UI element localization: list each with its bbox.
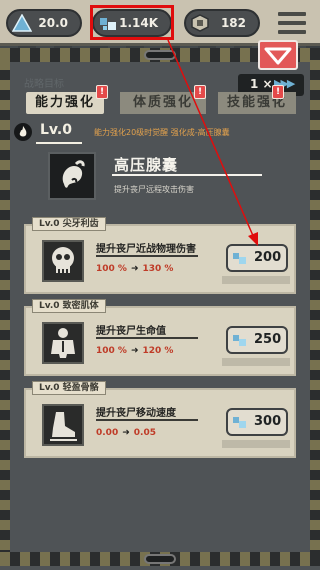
menu-bar: [278, 30, 306, 34]
muscle-body-icon: [42, 322, 84, 364]
card-tag: Lv.0 致密肌体: [32, 299, 106, 313]
foot-glyph: [50, 412, 77, 441]
upgrade-cost: 300: [254, 414, 282, 429]
skill-name: 高压腺囊: [114, 156, 179, 174]
upgrade-button-bones[interactable]: 300: [226, 408, 288, 436]
menu-bar: [278, 21, 306, 25]
blue-triangle-icon: [12, 14, 32, 32]
blue-gem-icon: [233, 253, 246, 264]
highlight-frame: [90, 5, 174, 40]
card-name: 尖牙利齿: [62, 219, 99, 229]
gland-skill-icon: [48, 152, 96, 200]
stat-to: 120 %: [142, 346, 174, 356]
upgrade-cost: 200: [254, 250, 282, 265]
menu-bar: [278, 12, 306, 16]
upgrade-card-fangs: Lv.0 尖牙利齿 提升丧尸近战物理伤害 100 % ➜ 130 % 200: [24, 217, 296, 294]
tab-physique-badge: !: [194, 85, 206, 99]
tab-skill[interactable]: 技能强化: [218, 92, 296, 114]
speed-label: 1 ×: [250, 77, 273, 91]
skill-description: 提升丧尸远程攻击伤害: [114, 185, 194, 194]
upgrade-cost: 250: [254, 332, 282, 347]
gland-icon: [62, 160, 85, 188]
upgrade-card-bones: Lv.0 轻盈骨骼 提升丧尸移动速度 0.00 ➜ 0.05 300: [24, 381, 296, 458]
stat-from: 0.00: [96, 428, 119, 438]
panel-faded-title: 战略目标: [24, 79, 64, 90]
stat-from: 100 %: [96, 264, 127, 274]
foot-icon: [42, 404, 84, 446]
arrow-right-icon: ➜: [130, 264, 139, 274]
upgrade-card-body: Lv.0 致密肌体 提升丧尸生命值 100 % ➜ 120 % 250: [24, 299, 296, 376]
tab-ability-badge: !: [96, 85, 108, 99]
ability-level: Lv.0: [40, 122, 72, 138]
card-name: 轻盈骨骼: [62, 383, 99, 393]
stat-to: 0.05: [133, 428, 156, 438]
menu-button[interactable]: [272, 6, 312, 40]
upgrade-button-body[interactable]: 250: [226, 326, 288, 354]
card-level: Lv.0: [39, 301, 60, 311]
button-shadow: [222, 440, 290, 448]
coin-counter[interactable]: 182: [184, 9, 260, 37]
top-rail-notch: [144, 50, 176, 60]
coin-value: 182: [220, 16, 246, 30]
tab-skill-badge: !: [272, 85, 284, 99]
arrow-right-icon: ➜: [122, 428, 130, 438]
card-name: 致密肌体: [62, 301, 99, 311]
button-shadow: [222, 276, 290, 284]
card-stat-change: 100 % ➜ 120 %: [96, 346, 173, 356]
card-tag: Lv.0 轻盈骨骼: [32, 381, 106, 395]
awaken-description: 能力强化20级时觉醒 强化成-高压腺囊: [94, 128, 230, 137]
arrow-right-icon: ➜: [130, 346, 139, 356]
level-underline: [36, 142, 82, 144]
right-frame: [310, 60, 320, 554]
card-stat-change: 0.00 ➜ 0.05: [96, 428, 156, 438]
card-underline: [96, 419, 198, 421]
card-tag: Lv.0 尖牙利齿: [32, 217, 106, 231]
card-stat-change: 100 % ➜ 130 %: [96, 264, 173, 274]
card-level: Lv.0: [39, 383, 60, 393]
energy-counter[interactable]: 20.0: [6, 9, 82, 37]
button-shadow: [222, 358, 290, 366]
card-title: 提升丧尸移动速度: [96, 408, 176, 419]
card-underline: [96, 255, 198, 257]
stat-to: 130 %: [142, 264, 174, 274]
skull-icon: [42, 240, 84, 282]
stat-from: 100 %: [96, 346, 127, 356]
bottom-rail-notch: [144, 554, 176, 564]
flame-level-icon: [14, 123, 32, 141]
card-underline: [96, 337, 198, 339]
muscle-glyph: [51, 328, 75, 358]
blue-gem-icon: [233, 417, 246, 428]
card-title: 提升丧尸近战物理伤害: [96, 244, 196, 255]
tab-ability[interactable]: 能力强化: [26, 92, 104, 114]
skill-underline: [112, 174, 262, 176]
left-frame: [0, 60, 10, 554]
card-level: Lv.0: [39, 219, 60, 229]
collapse-button[interactable]: [258, 40, 298, 70]
blue-gem-icon: [233, 335, 246, 346]
card-title: 提升丧尸生命值: [96, 326, 166, 337]
flame-icon: [19, 126, 27, 137]
energy-value: 20.0: [38, 16, 68, 30]
chevron-down-icon: [264, 47, 292, 65]
skull-glyph: [52, 247, 74, 273]
upgrade-button-fangs[interactable]: 200: [226, 244, 288, 272]
coin-box-icon: [191, 14, 209, 32]
